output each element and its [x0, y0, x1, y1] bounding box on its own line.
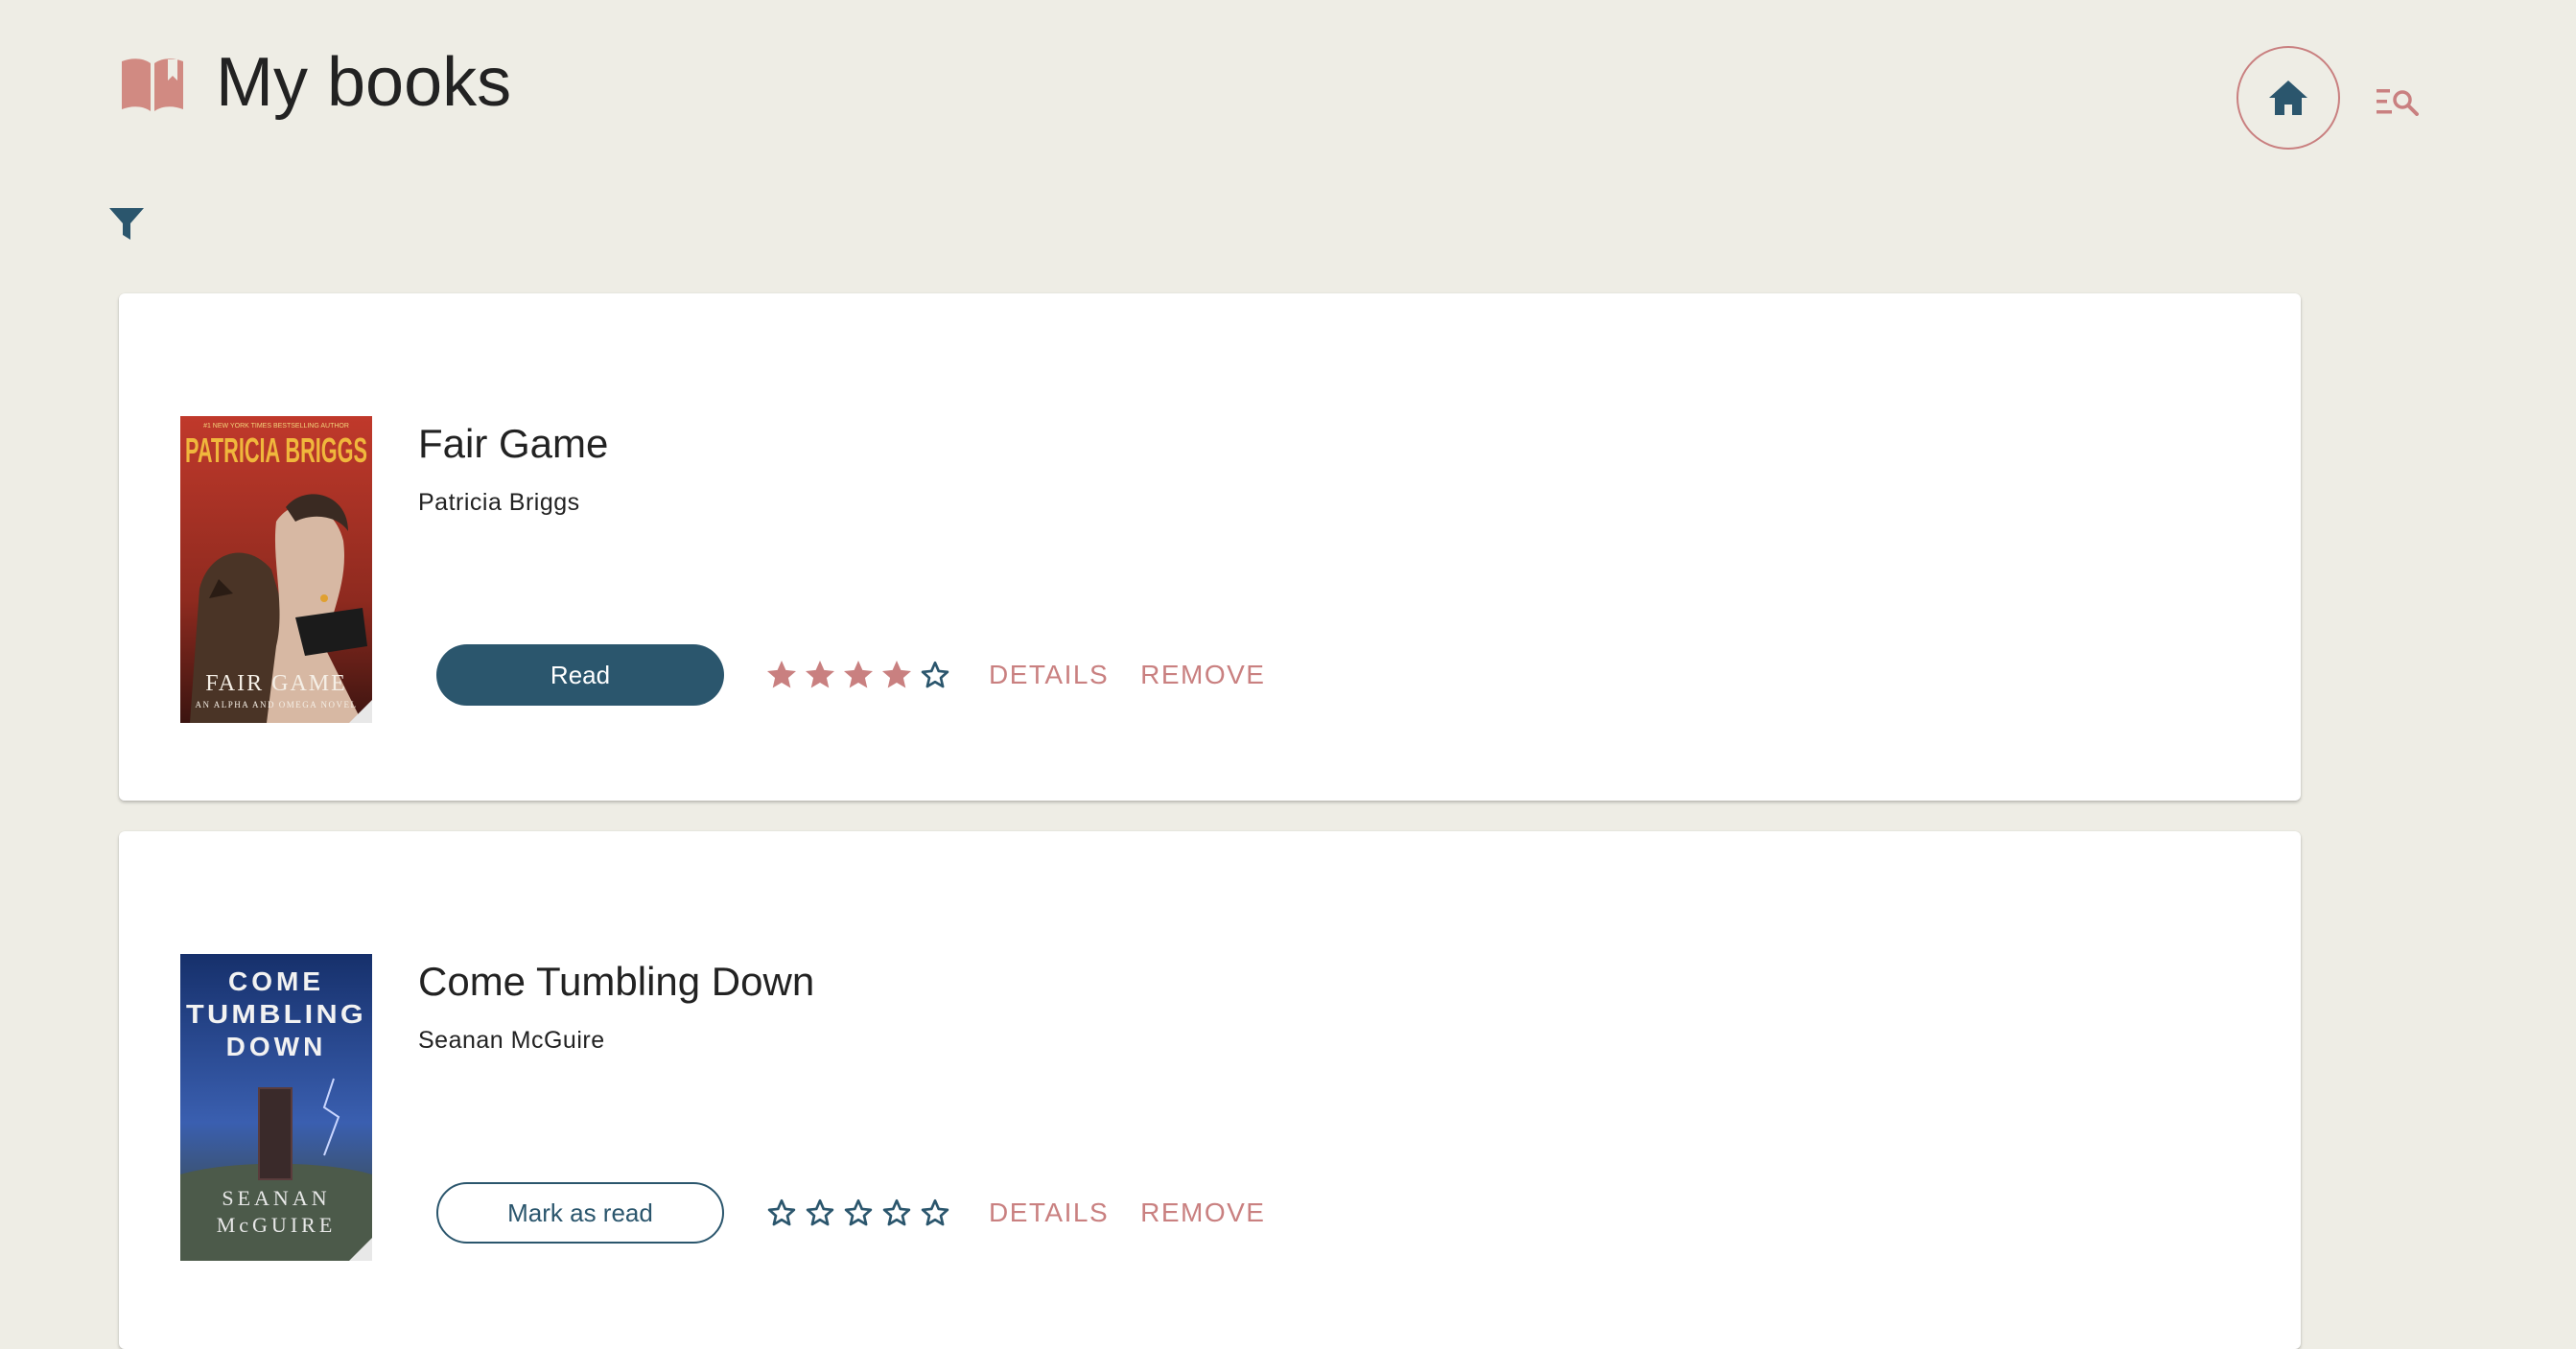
- star-outline-icon[interactable]: [918, 658, 952, 692]
- cover-author-line: McGUIRE: [217, 1213, 337, 1237]
- book-cover-image: COME TUMBLING DOWN SEANAN McGUIRE: [180, 954, 372, 1261]
- cover-title: FAIR GAME: [205, 671, 347, 696]
- cover-title-line: DOWN: [226, 1032, 327, 1061]
- details-link[interactable]: DETAILS: [989, 1198, 1109, 1228]
- home-button[interactable]: [2236, 46, 2340, 150]
- mark-as-read-button[interactable]: Mark as read: [436, 1182, 724, 1244]
- cover-tagline: #1 NEW YORK TIMES BESTSELLING AUTHOR: [203, 423, 349, 430]
- book-card: COME TUMBLING DOWN SEANAN McGUIRE Come T…: [119, 831, 2301, 1349]
- star-outline-icon[interactable]: [879, 1196, 914, 1230]
- filter-icon[interactable]: [107, 205, 146, 244]
- star-filled-icon[interactable]: [803, 658, 837, 692]
- book-actions: Read DETAILS REMOVE: [436, 643, 1265, 707]
- star-filled-icon[interactable]: [841, 658, 876, 692]
- remove-link[interactable]: REMOVE: [1140, 1198, 1265, 1228]
- star-outline-icon[interactable]: [764, 1196, 799, 1230]
- rating-stars: [764, 1196, 952, 1230]
- cover-author-line: SEANAN: [222, 1186, 330, 1210]
- book-author: Seanan McGuire: [418, 1027, 605, 1054]
- cover-title-line: TUMBLING: [186, 999, 366, 1029]
- star-outline-icon[interactable]: [918, 1196, 952, 1230]
- cover-title-line: COME: [228, 966, 324, 996]
- read-status-button[interactable]: Read: [436, 644, 724, 706]
- search-list-button[interactable]: [2375, 82, 2421, 121]
- open-book-icon: [122, 58, 183, 111]
- book-title: Fair Game: [418, 421, 609, 466]
- remove-link[interactable]: REMOVE: [1140, 660, 1265, 690]
- book-title: Come Tumbling Down: [418, 959, 815, 1004]
- star-outline-icon[interactable]: [841, 1196, 876, 1230]
- home-icon: [2269, 81, 2307, 115]
- app-root: { "header": { "title": "My books" }, "ic…: [0, 0, 2576, 1349]
- book-author: Patricia Briggs: [418, 489, 580, 516]
- star-filled-icon[interactable]: [879, 658, 914, 692]
- list-search-icon: [2377, 89, 2419, 116]
- cover-series: AN ALPHA AND OMEGA NOVEL: [195, 700, 357, 709]
- rating-stars: [764, 658, 952, 692]
- book-card: #1 NEW YORK TIMES BESTSELLING AUTHOR PAT…: [119, 293, 2301, 801]
- page-title: My books: [216, 44, 512, 121]
- details-link[interactable]: DETAILS: [989, 660, 1109, 690]
- star-filled-icon[interactable]: [764, 658, 799, 692]
- book-cover-image: #1 NEW YORK TIMES BESTSELLING AUTHOR PAT…: [180, 416, 372, 723]
- cover-author: PATRICIA BRIGGS: [185, 430, 367, 470]
- book-actions: Mark as read DETAILS REMOVE: [436, 1181, 1265, 1244]
- star-outline-icon[interactable]: [803, 1196, 837, 1230]
